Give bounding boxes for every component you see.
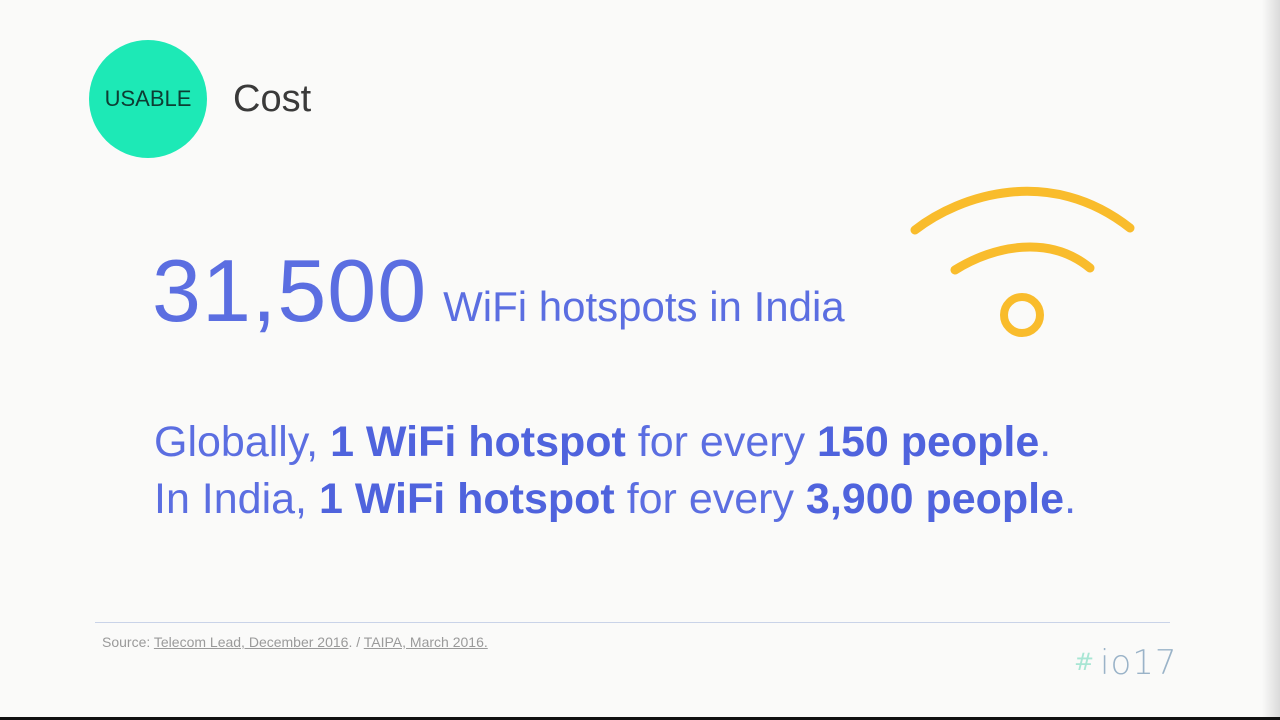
- footer-divider: [95, 622, 1170, 623]
- right-edge-shadow: [1262, 0, 1280, 720]
- wifi-dot: [1000, 293, 1044, 337]
- source-link-telecom-lead[interactable]: Telecom Lead, December 2016: [154, 634, 349, 650]
- india-suffix: .: [1064, 475, 1077, 523]
- global-hotspot: 1 WiFi hotspot: [330, 418, 626, 466]
- global-middle: for every: [625, 418, 818, 466]
- wifi-outer-arc: [910, 186, 1135, 235]
- stat-caption: WiFi hotspots in India: [443, 283, 845, 330]
- logo-hash: #: [1074, 648, 1094, 676]
- global-prefix: Globally,: [154, 418, 331, 466]
- wifi-icon: [910, 186, 1135, 337]
- source-citation: Source: Telecom Lead, December 2016. / T…: [102, 634, 488, 650]
- logo-text: io17: [1100, 643, 1174, 683]
- usable-badge: USABLE: [89, 40, 207, 158]
- source-prefix: Source:: [102, 634, 154, 650]
- india-middle: for every: [614, 475, 806, 523]
- stat-number: 31,500: [152, 241, 428, 340]
- section-title: Cost: [233, 78, 312, 120]
- india-prefix: In India,: [154, 475, 319, 523]
- india-people: 3,900 people: [805, 475, 1065, 523]
- global-comparison: Globally, 1 WiFi hotspot for every 150 p…: [154, 418, 1051, 467]
- wifi-inner-arc: [950, 242, 1095, 275]
- india-hotspot: 1 WiFi hotspot: [318, 475, 615, 523]
- global-people: 150 people: [817, 418, 1040, 466]
- stat-row: 31,500 WiFi hotspots in India: [152, 240, 845, 342]
- india-comparison: In India, 1 WiFi hotspot for every 3,900…: [154, 475, 1076, 524]
- slide: USABLE Cost 31,500 WiFi hotspots in Indi…: [0, 0, 1280, 720]
- badge-label: USABLE: [104, 86, 192, 111]
- source-separator: . /: [348, 634, 364, 650]
- global-suffix: .: [1039, 418, 1052, 466]
- io17-logo: # io17: [1074, 643, 1174, 683]
- source-link-taipa[interactable]: TAIPA, March 2016.: [364, 634, 488, 650]
